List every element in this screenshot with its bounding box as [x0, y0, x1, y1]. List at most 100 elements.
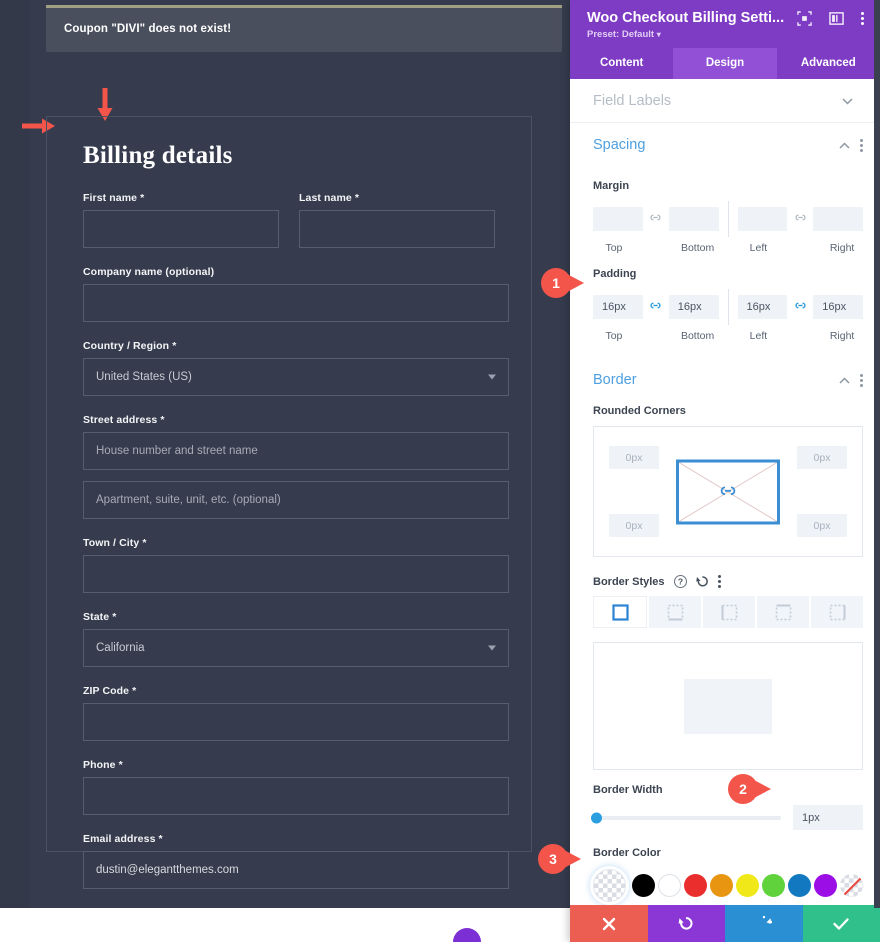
corner-top-left-input[interactable]: 0px — [609, 446, 659, 469]
cancel-button[interactable] — [570, 905, 648, 942]
margin-link-vertical-icon[interactable] — [643, 210, 669, 228]
country-region-value: United States (US) — [96, 371, 192, 383]
margin-labels-row: Top Bottom Left Right — [593, 242, 863, 254]
border-width-slider-knob[interactable] — [591, 812, 602, 823]
swatch-white[interactable] — [658, 874, 681, 897]
swatch-orange[interactable] — [710, 874, 733, 897]
last-name-input[interactable] — [299, 210, 495, 248]
corner-bottom-left-input[interactable]: 0px — [609, 514, 659, 537]
swatch-black[interactable] — [632, 874, 655, 897]
name-row: First name * Last name * — [69, 192, 509, 248]
callout-pointer — [564, 850, 581, 868]
swatch-purple[interactable] — [814, 874, 837, 897]
swatch-red[interactable] — [684, 874, 707, 897]
margin-right-input[interactable] — [813, 207, 863, 231]
panel-scroll-area: Field Labels Spacing Margin Top Bottom L… — [570, 79, 880, 905]
swatch-green[interactable] — [762, 874, 785, 897]
border-styles-menu-icon[interactable] — [717, 575, 721, 588]
corner-bottom-right-input[interactable]: 0px — [797, 514, 847, 537]
tab-advanced[interactable]: Advanced — [777, 48, 880, 79]
first-name-label: First name * — [83, 192, 145, 204]
help-icon[interactable]: ? — [673, 575, 687, 588]
apartment-input[interactable]: Apartment, suite, unit, etc. (optional) — [83, 481, 509, 519]
border-style-all[interactable] — [593, 596, 647, 628]
section-field-labels[interactable]: Field Labels — [570, 79, 880, 123]
browser-scrollbar[interactable] — [874, 0, 880, 908]
coupon-error-notice: Coupon "DIVI" does not exist! — [46, 5, 562, 52]
panel-footer — [570, 905, 880, 942]
border-style-top[interactable] — [757, 596, 809, 628]
margin-top-input[interactable] — [593, 207, 643, 231]
first-name-input[interactable] — [83, 210, 279, 248]
tab-design[interactable]: Design — [673, 48, 777, 79]
border-color-label: Border Color — [593, 847, 661, 859]
padding-link-horizontal-icon[interactable] — [787, 298, 813, 316]
target-icon[interactable] — [797, 10, 812, 26]
section-spacing-menu-icon[interactable] — [860, 138, 863, 152]
swatch-yellow[interactable] — [736, 874, 759, 897]
panel-header: Woo Checkout Billing Setti... Preset: De… — [570, 0, 880, 48]
margin-link-horizontal-icon[interactable] — [787, 210, 813, 228]
state-label: State * — [83, 611, 117, 623]
panel-preset-label[interactable]: Preset: Default ▾ — [587, 29, 866, 40]
tab-content[interactable]: Content — [570, 48, 673, 79]
chevron-down-icon[interactable] — [842, 97, 853, 105]
padding-labels-row: Top Bottom Left Right — [593, 330, 863, 342]
callout-marker-3: 3 — [538, 844, 581, 874]
margin-bottom-input[interactable] — [668, 207, 719, 231]
layout-icon[interactable] — [829, 11, 844, 26]
save-button[interactable] — [802, 905, 880, 942]
border-width-slider[interactable] — [591, 812, 781, 823]
border-style-bottom[interactable] — [649, 596, 701, 628]
padding-label: Padding — [593, 268, 637, 280]
town-city-input[interactable] — [83, 555, 509, 593]
chevron-up-icon[interactable] — [839, 376, 850, 384]
street-address-input[interactable]: House number and street name — [83, 432, 509, 470]
page-footer-area — [0, 908, 570, 942]
phone-input[interactable] — [83, 777, 509, 815]
country-region-select[interactable]: United States (US) — [83, 358, 509, 396]
undo-button[interactable] — [647, 905, 725, 942]
padding-right-input[interactable]: 16px — [813, 295, 863, 319]
padding-inputs-row: 16px 16px 16px 16px — [593, 289, 863, 325]
undo-icon — [678, 916, 693, 930]
email-address-input[interactable]: dustin@elegantthemes.com — [83, 851, 509, 889]
border-styles-options — [593, 596, 863, 628]
padding-bottom-input[interactable]: 16px — [668, 295, 719, 319]
callout-pointer — [567, 274, 584, 292]
margin-left-input[interactable] — [737, 207, 788, 231]
swatch-transparent-selected[interactable] — [593, 869, 626, 902]
check-icon — [833, 917, 849, 930]
checkout-preview: Coupon "DIVI" does not exist! Billing de… — [0, 0, 570, 942]
margin-left-label: Left — [749, 242, 768, 254]
swatch-blue[interactable] — [788, 874, 811, 897]
phone-label: Phone * — [83, 759, 123, 771]
border-style-right[interactable] — [811, 596, 863, 628]
section-border-header[interactable]: Border — [570, 358, 880, 401]
padding-link-vertical-icon[interactable] — [643, 298, 669, 316]
kebab-menu-icon[interactable] — [861, 11, 864, 25]
section-spacing-title: Spacing — [593, 137, 646, 153]
zip-code-input[interactable] — [83, 703, 509, 741]
swatch-no-color[interactable] — [840, 874, 863, 897]
corner-top-right-input[interactable]: 0px — [797, 446, 847, 469]
border-style-left[interactable] — [703, 596, 755, 628]
town-city-label: Town / City * — [83, 537, 147, 549]
email-address-label: Email address * — [83, 833, 163, 845]
chevron-up-icon[interactable] — [839, 141, 850, 149]
more-colors-icon[interactable]: ⋯ — [601, 903, 863, 905]
border-width-input[interactable]: 1px — [793, 805, 863, 830]
section-border-menu-icon[interactable] — [860, 373, 863, 387]
section-spacing-header[interactable]: Spacing — [570, 123, 880, 166]
module-settings-panel: Woo Checkout Billing Setti... Preset: De… — [570, 0, 880, 942]
reset-icon[interactable] — [695, 575, 709, 588]
company-name-input[interactable] — [83, 284, 509, 322]
close-icon — [602, 917, 615, 930]
state-select[interactable]: California — [83, 629, 509, 667]
padding-left-input[interactable]: 16px — [737, 295, 788, 319]
padding-top-input[interactable]: 16px — [593, 295, 643, 319]
padding-right-label: Right — [829, 330, 855, 342]
link-icon[interactable] — [719, 484, 738, 499]
redo-button[interactable] — [725, 905, 803, 942]
page-left-gutter — [0, 0, 30, 908]
